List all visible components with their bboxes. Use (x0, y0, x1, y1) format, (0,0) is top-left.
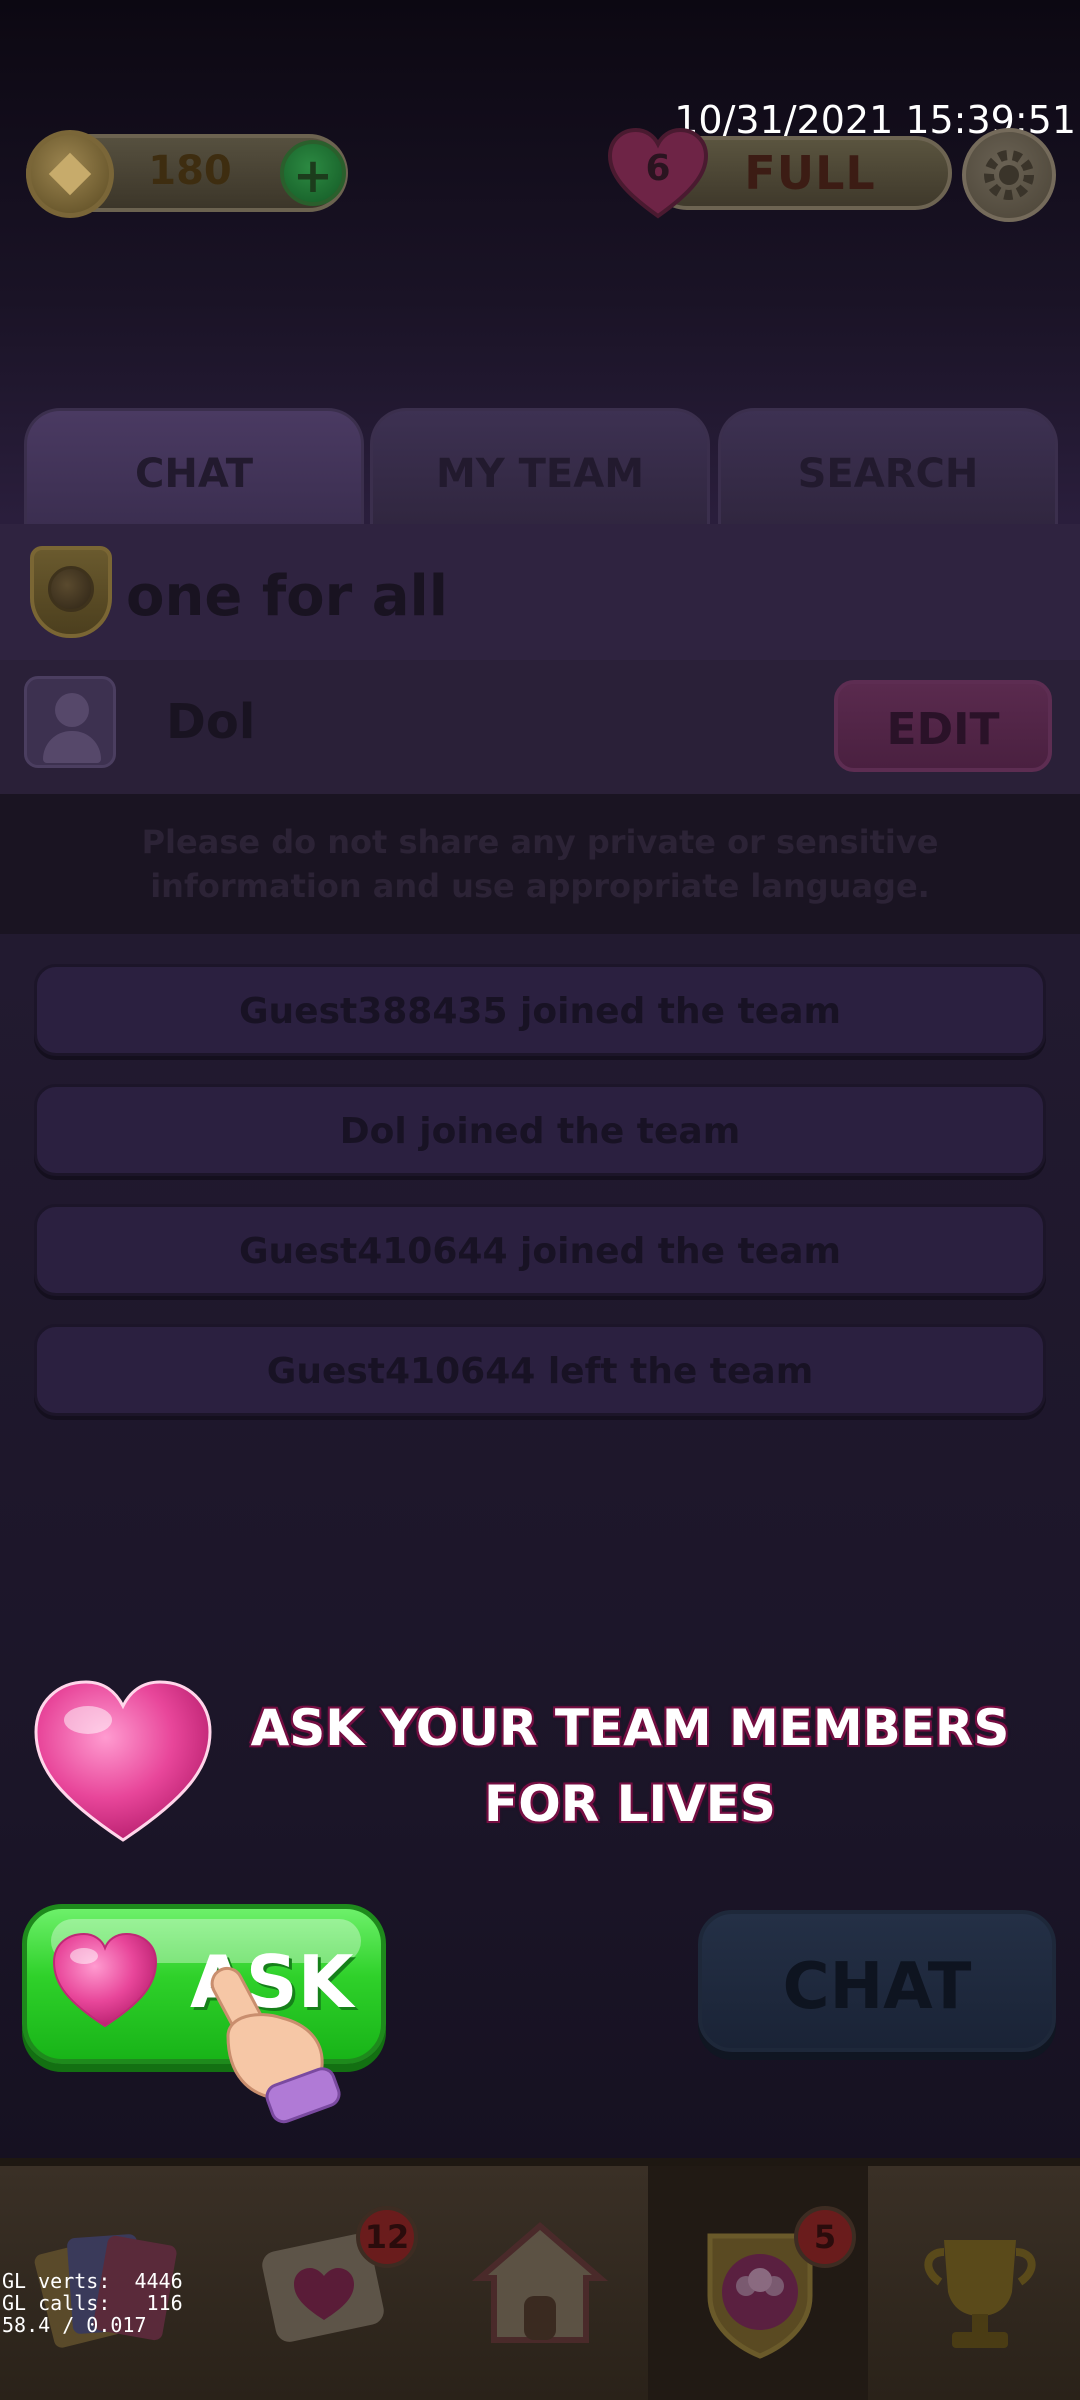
tab-search[interactable]: SEARCH (718, 408, 1058, 526)
tab-chat-label: CHAT (135, 451, 253, 497)
chat-message-text: Dol joined the team (339, 1111, 741, 1152)
edit-button[interactable]: EDIT (834, 680, 1052, 772)
chat-message: Guest410644 left the team (34, 1324, 1046, 1416)
chat-message-text: Guest410644 joined the team (238, 1231, 842, 1272)
add-coins-button[interactable]: + (280, 140, 346, 206)
gear-icon (984, 150, 1034, 200)
edit-button-label: EDIT (886, 704, 1000, 755)
coin-count: 180 (148, 148, 232, 194)
tab-my-team-label: MY TEAM (435, 451, 645, 497)
debug-line-3: 58.4 / 0.017 (2, 2313, 147, 2337)
lives-count: 6 (645, 148, 671, 189)
chat-notice: Please do not share any private or sensi… (0, 794, 1080, 934)
tutorial-line-1: ASK YOUR TEAM MEMBERS (250, 1699, 1010, 1757)
notice-text: Please do not share any private or sensi… (141, 823, 939, 905)
team-badge: 5 (794, 2206, 856, 2268)
debug-overlay: GL verts: 4446 GL calls: 116 58.4 / 0.017 (2, 2270, 183, 2336)
nav-leaderboard[interactable] (900, 2196, 1060, 2366)
team-badge-icon (30, 546, 112, 638)
debug-line-2: GL calls: 116 (2, 2291, 183, 2315)
heart-icon (34, 1680, 212, 1842)
chat-message-text: Guest388435 joined the team (238, 991, 842, 1032)
debug-line-1: GL verts: 4446 (2, 2269, 183, 2293)
lives-status: FULL (744, 146, 876, 200)
chat-button-label: CHAT (782, 1950, 972, 2024)
chat-message-text: Guest410644 left the team (266, 1351, 814, 1392)
tutorial-line-2: FOR LIVES (484, 1775, 776, 1833)
trophy-icon (924, 2240, 1036, 2348)
tab-chat[interactable]: CHAT (24, 408, 364, 526)
player-name: Dol (166, 694, 256, 750)
chat-message: Guest388435 joined the team (34, 964, 1046, 1056)
heart-icon (52, 1932, 158, 2028)
home-icon (471, 2222, 609, 2343)
chat-message: Dol joined the team (34, 1084, 1046, 1176)
tutorial-text: ASK YOUR TEAM MEMBERS FOR LIVES (250, 1690, 1010, 1842)
chat-message: Guest410644 joined the team (34, 1204, 1046, 1296)
chat-button[interactable]: CHAT (698, 1910, 1056, 2052)
avatar[interactable] (24, 676, 116, 768)
team-name: one for all (126, 564, 448, 629)
nav-home[interactable] (460, 2196, 620, 2366)
tab-search-label: SEARCH (797, 451, 979, 497)
inbox-badge: 12 (356, 2206, 418, 2268)
pointing-hand-icon (210, 1966, 341, 2124)
coin-icon (26, 130, 114, 218)
tab-my-team[interactable]: MY TEAM (370, 408, 710, 526)
plus-icon: + (292, 148, 334, 204)
settings-button[interactable] (962, 128, 1056, 222)
